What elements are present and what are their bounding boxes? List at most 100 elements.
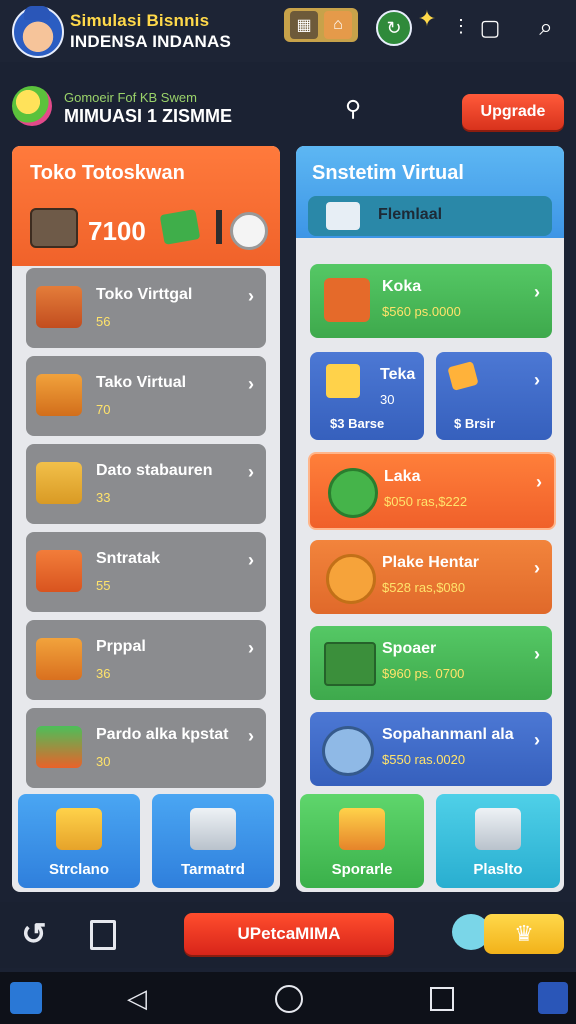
list-item[interactable]: Prppal 36 › — [26, 620, 266, 700]
right-panel: Snstetim Virtual Flemlaal Koka $560 ps.0… — [296, 146, 564, 892]
cart-icon — [36, 550, 82, 592]
search-bar[interactable]: Flemlaal — [308, 196, 552, 236]
wallet-icon — [36, 726, 82, 768]
chevron-right-icon: › — [248, 374, 254, 394]
card-brsir[interactable]: › $ Brsir — [436, 352, 552, 440]
share-icon[interactable] — [538, 982, 568, 1014]
card-koka[interactable]: Koka $560 ps.0000 › — [310, 264, 552, 338]
chevron-right-icon: › — [248, 550, 254, 570]
list-item[interactable]: Pardo alka kpstat 30 › — [26, 708, 266, 788]
calendar-button[interactable]: ▦ ⌂ — [284, 8, 358, 42]
basket-icon — [30, 208, 78, 248]
item-title: Dato stabauren — [96, 462, 213, 479]
left-panel-title: Toko Totoskwan — [30, 162, 185, 184]
card-title: Sopahanmanl ala — [382, 726, 514, 743]
card-title: Spoaer — [382, 640, 437, 657]
card-teka[interactable]: Teka 30 $3 Barse — [310, 352, 424, 440]
item-title: Tako Virtual — [96, 374, 187, 391]
card-title: Koka — [382, 278, 422, 295]
item-sub: 33 — [96, 490, 111, 505]
card-title: Laka — [384, 468, 421, 485]
card-spoaer[interactable]: Spoaer $960 ps. 0700 › — [310, 626, 552, 700]
search-icon[interactable]: ⌕ — [530, 12, 562, 44]
app-switcher-icon[interactable] — [10, 982, 42, 1014]
item-sub: 30 — [96, 754, 111, 769]
stack-icon — [326, 364, 360, 398]
chevron-right-icon: › — [248, 726, 254, 746]
pin-icon — [216, 210, 222, 244]
left-panel: Toko Totoskwan 7100 Toko Virttgal 56 › T… — [12, 146, 280, 892]
chevron-right-icon: › — [248, 286, 254, 306]
chat-search-icon[interactable]: ▢ — [474, 12, 506, 44]
back-icon[interactable]: ◁ — [122, 982, 152, 1014]
item-sub: 36 — [96, 666, 111, 681]
item-title: Sntratak — [96, 550, 161, 567]
coin-icon — [328, 468, 378, 518]
sync-icon[interactable]: ↻ — [376, 10, 412, 46]
item-title: Pardo alka kpstat — [96, 726, 229, 743]
primary-cta-button[interactable]: UPetcaMIMA — [184, 913, 394, 955]
card-sub: $550 ras.0020 — [382, 752, 466, 767]
crate-icon — [36, 374, 82, 416]
tag-icon — [447, 361, 479, 391]
refresh-icon[interactable]: ↺ — [16, 916, 52, 952]
home-icon[interactable] — [275, 985, 303, 1013]
calendar-icon: ▦ — [290, 11, 318, 39]
crown-icon[interactable]: ♛ — [484, 914, 564, 954]
card-sopahan[interactable]: Sopahanmanl ala $550 ras.0020 › — [310, 712, 552, 786]
upgrade-button[interactable]: Upgrade — [462, 94, 564, 130]
app-title: Simulasi Bisnnis INDENSA INDANAS — [70, 10, 231, 52]
tile-label: Sporarle — [331, 861, 393, 878]
card-laka[interactable]: Laka $050 ras,$222 › — [308, 452, 556, 530]
list-item[interactable]: Sntratak 55 › — [26, 532, 266, 612]
brand-logo — [12, 86, 52, 126]
cash-icon — [159, 209, 201, 245]
card-sub: $050 ras,$222 — [384, 494, 468, 509]
card-title: Teka — [380, 366, 416, 383]
clock-icon[interactable] — [230, 212, 268, 250]
more-icon[interactable]: ⋮ — [452, 14, 470, 38]
key-icon[interactable]: ⚲ — [340, 94, 366, 124]
tile-button[interactable]: Sporarle — [300, 794, 424, 888]
card-plake[interactable]: Plake Hentar $528 ras,$080 › — [310, 540, 552, 614]
item-sub: 55 — [96, 578, 111, 593]
balance-value: 7100 — [88, 216, 146, 246]
basket-icon — [190, 808, 236, 850]
chevron-right-icon: › — [534, 558, 540, 578]
list-item[interactable]: Tako Virtual 70 › — [26, 356, 266, 436]
avatar[interactable] — [12, 6, 64, 58]
item-sub: 70 — [96, 402, 111, 417]
tile-label: Tarmatrd — [181, 861, 245, 878]
search-bar-label: Flemlaal — [378, 206, 443, 223]
chevron-right-icon: › — [534, 370, 540, 390]
cart-icon — [36, 462, 82, 504]
item-title: Prppal — [96, 638, 146, 655]
stack-icon — [56, 808, 102, 850]
item-sub: 56 — [96, 314, 111, 329]
cart-icon — [326, 202, 360, 230]
box-icon — [324, 642, 376, 686]
item-title: Toko Virttgal — [96, 286, 193, 303]
list-item[interactable]: Dato stabauren 33 › — [26, 444, 266, 524]
pot-icon — [322, 726, 374, 776]
cart-icon — [36, 286, 82, 328]
chevron-right-icon: › — [534, 282, 540, 302]
cart-icon — [475, 808, 521, 850]
subtitle-line1: Gomoeir Fof KB Swem — [64, 90, 197, 105]
list-item[interactable]: Toko Virttgal 56 › — [26, 268, 266, 348]
card-sub: $960 ps. 0700 — [382, 666, 465, 681]
gift-icon[interactable]: ✦ — [414, 6, 440, 32]
document-icon[interactable] — [90, 920, 116, 950]
recents-icon[interactable] — [430, 987, 454, 1011]
tile-button[interactable]: Strclano — [18, 794, 140, 888]
right-panel-title: Snstetim Virtual — [312, 162, 464, 184]
coin-icon — [326, 554, 376, 604]
app-title-line2: INDENSA INDANAS — [70, 32, 232, 51]
app-title-line1: Simulasi Bisnnis — [70, 11, 210, 30]
card-footer: $ Brsir — [454, 416, 496, 431]
card-title: Plake Hentar — [382, 554, 479, 571]
tile-button[interactable]: Tarmatrd — [152, 794, 274, 888]
tile-button[interactable]: Plaslto — [436, 794, 560, 888]
tile-label: Strclano — [48, 861, 109, 878]
left-panel-header: Toko Totoskwan 7100 — [12, 146, 280, 266]
